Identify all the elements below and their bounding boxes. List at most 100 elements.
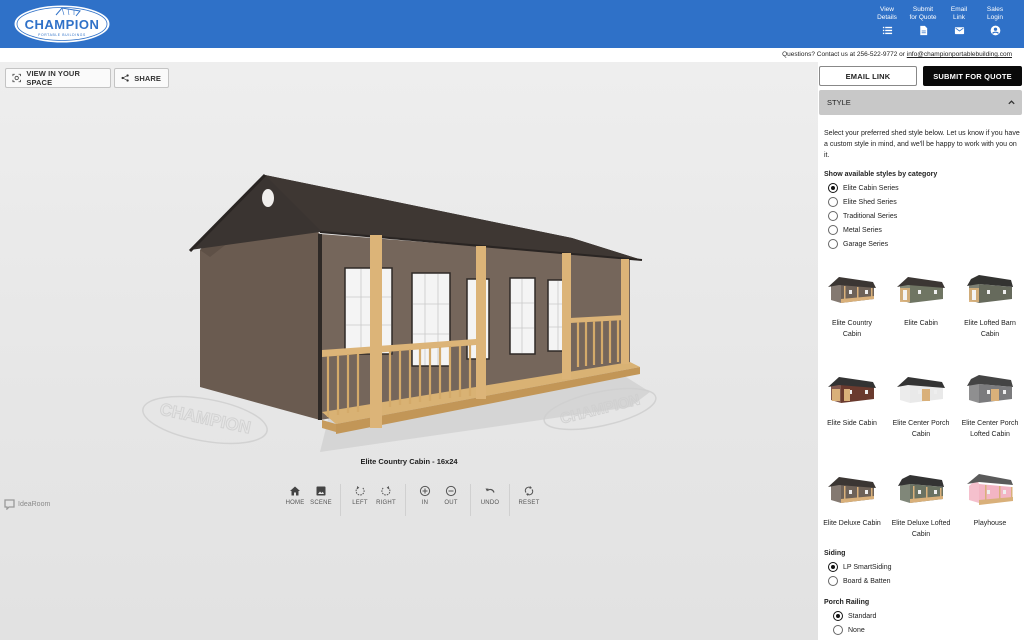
radio-button-selected[interactable] [828, 183, 838, 193]
style-card[interactable]: Elite Country Cabin [820, 258, 884, 358]
share-label: SHARE [134, 73, 161, 83]
category-option-traditional[interactable]: Traditional Series [828, 209, 899, 223]
control-label: HOME [285, 500, 305, 506]
contact-email-link[interactable]: info@championportablebuilding.com [907, 51, 1012, 58]
style-card[interactable]: Elite Center Porch Cabin [889, 358, 953, 458]
top-nav: View Details Submit for Quote Email Link Sa… [866, 6, 1010, 41]
category-option-metal[interactable]: Metal Series [828, 223, 899, 237]
style-thumbnail [897, 377, 945, 403]
porch-railing-radio-group: Standard None [833, 609, 876, 637]
radio-button[interactable] [828, 239, 838, 249]
rotate-right-icon [381, 486, 391, 496]
style-card[interactable]: Elite Center Porch Lofted Cabin [958, 358, 1022, 458]
zoom-out-icon [445, 485, 457, 497]
style-thumbnail [967, 474, 1013, 505]
style-card-name: Elite Deluxe Cabin [823, 520, 881, 527]
style-card[interactable]: Elite Deluxe Cabin [820, 458, 884, 558]
control-group-view: HOME SCENE [282, 484, 341, 516]
share-button[interactable]: SHARE [114, 68, 169, 88]
category-option-elite-cabin[interactable]: Elite Cabin Series [828, 181, 899, 195]
model-caption: Elite Country Cabin - 16x24 [360, 457, 458, 466]
style-card-name: Elite Cabin [904, 320, 938, 327]
style-card[interactable]: Elite Side Cabin [820, 358, 884, 458]
home-button[interactable]: HOME [282, 484, 308, 516]
nav-email-link[interactable]: Email Link [944, 6, 974, 41]
style-thumbnail [828, 477, 876, 503]
nav-submit-quote[interactable]: Submit for Quote [908, 6, 938, 41]
contact-bar: Questions? Contact us at 256-522-9772 or… [0, 48, 1024, 62]
radio-button[interactable] [828, 211, 838, 221]
style-card-name: Playhouse [973, 520, 1007, 527]
rotate-left-button[interactable]: LEFT [347, 484, 373, 516]
list-icon [882, 26, 892, 35]
style-card-name: Elite Lofted Barn Cabin [964, 320, 1016, 338]
style-card[interactable]: Elite Deluxe Lofted Cabin [889, 458, 953, 558]
category-option-elite-shed[interactable]: Elite Shed Series [828, 195, 899, 209]
control-label: RIGHT [376, 500, 396, 506]
railing-option-none[interactable]: None [833, 623, 876, 637]
view-in-your-space-label: VIEW IN YOUR SPACE [26, 69, 80, 87]
zoom-out-button[interactable]: OUT [438, 484, 464, 516]
undo-button[interactable]: UNDO [477, 484, 503, 516]
siding-option-board-batten[interactable]: Board & Batten [828, 574, 892, 588]
style-grid: Elite Country Cabin Elite Cabin Elite Loft… [820, 258, 1022, 558]
undo-icon [485, 488, 495, 493]
idearoom-branding[interactable]: IdeaRoom [4, 499, 50, 510]
style-thumbnail [967, 275, 1013, 303]
account-icon [990, 25, 1000, 36]
nav-label: Link [953, 13, 965, 21]
zoom-in-button[interactable]: IN [412, 484, 438, 516]
contact-text: Questions? Contact us at 256-522-9772 or [782, 51, 907, 58]
rotate-right-button[interactable]: RIGHT [373, 484, 399, 516]
style-section-header[interactable]: STYLE [819, 90, 1022, 115]
nav-label: Submit [912, 6, 934, 13]
champion-logo[interactable]: CHAMPION PORTABLE BUILDINGS [12, 3, 112, 45]
radio-label: Standard [848, 612, 877, 620]
radio-button-selected[interactable] [828, 562, 838, 572]
style-thumbnail [897, 277, 945, 303]
control-group-zoom: IN OUT [406, 484, 471, 516]
nav-label: View [880, 6, 894, 13]
reset-button[interactable]: RESET [516, 484, 542, 516]
radio-button[interactable] [828, 197, 838, 207]
radio-label: Garage Series [843, 240, 889, 248]
style-card[interactable]: Elite Lofted Barn Cabin [958, 258, 1022, 358]
control-label: RESET [518, 500, 540, 506]
control-group-rotate: LEFT RIGHT [341, 484, 406, 516]
share-icon [121, 74, 129, 82]
view-in-your-space-button[interactable]: VIEW IN YOUR SPACE [5, 68, 111, 88]
shed-3d-model[interactable]: CHAMPION CHAMPION [130, 162, 670, 462]
email-link-button[interactable]: EMAIL LINK [819, 66, 917, 86]
nav-label: for Quote [909, 13, 937, 21]
radio-label: Traditional Series [843, 212, 898, 220]
style-card-name: Elite Country Cabin [831, 320, 873, 338]
style-section-title: STYLE [827, 98, 851, 107]
radio-button-selected[interactable] [833, 611, 843, 621]
scene-button[interactable]: SCENE [308, 484, 334, 516]
siding-option-lp-smartsiding[interactable]: LP SmartSiding [828, 560, 892, 574]
submit-for-quote-button[interactable]: SUBMIT FOR QUOTE [923, 66, 1022, 86]
nav-view-details[interactable]: View Details [872, 6, 902, 41]
category-option-garage[interactable]: Garage Series [828, 237, 899, 251]
railing-option-standard[interactable]: Standard [833, 609, 876, 623]
style-description: Select your preferred shed style below. … [824, 130, 1020, 159]
radio-button[interactable] [828, 225, 838, 235]
nav-sales-login[interactable]: Sales Login [980, 6, 1010, 41]
style-card[interactable]: Elite Cabin [889, 258, 953, 358]
control-group-reset: RESET [510, 484, 548, 516]
zoom-in-icon [419, 485, 431, 497]
radio-label: Elite Cabin Series [843, 184, 899, 192]
3d-viewer[interactable]: VIEW IN YOUR SPACE SHARE CHAMPION CHAMPI… [0, 62, 818, 640]
nav-label: Details [877, 13, 897, 21]
configurator-panel: EMAIL LINK SUBMIT FOR QUOTE STYLE Select… [818, 62, 1024, 640]
radio-button[interactable] [833, 625, 843, 635]
radio-label: Metal Series [843, 226, 882, 234]
control-label: OUT [444, 500, 458, 506]
style-card[interactable]: Playhouse [958, 458, 1022, 558]
reset-icon [524, 486, 534, 496]
style-thumbnail [967, 375, 1013, 403]
rotate-left-icon [355, 486, 365, 496]
mail-icon [954, 27, 964, 35]
radio-label: Elite Shed Series [843, 198, 897, 206]
radio-button[interactable] [828, 576, 838, 586]
